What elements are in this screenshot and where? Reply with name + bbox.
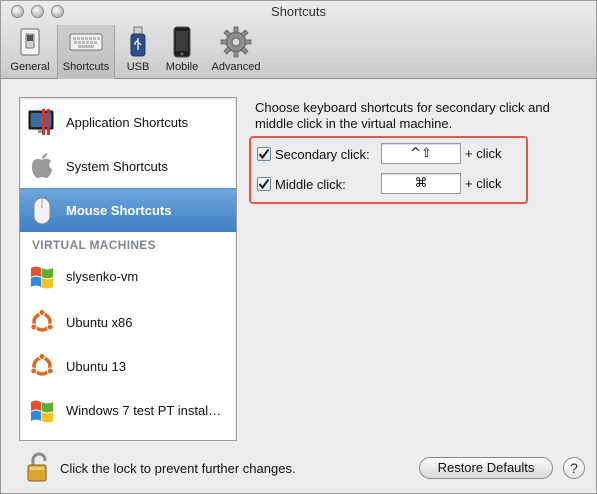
- toolbar-label: General: [10, 61, 50, 73]
- toolbar: General Shortcuts USB Mobile Advanced: [1, 25, 301, 79]
- checkmark-icon: [258, 178, 270, 190]
- sidebar-item-vm[interactable]: Windows 7 test PT instal…: [20, 388, 236, 432]
- secondary-click-suffix: + click: [465, 146, 502, 161]
- sidebar-item-label: Windows 7 test PT instal…: [66, 402, 222, 418]
- lock-icon[interactable]: [25, 451, 53, 483]
- middle-click-suffix: + click: [465, 176, 502, 191]
- middle-click-checkbox[interactable]: [257, 177, 271, 191]
- window-title: Shortcuts: [271, 4, 326, 19]
- toolbar-usb[interactable]: USB: [121, 25, 155, 79]
- toolbar-mobile[interactable]: Mobile: [161, 25, 203, 79]
- toolbar-label: Mobile: [165, 61, 199, 73]
- lock-message: Click the lock to prevent further change…: [60, 461, 296, 476]
- windows-icon: [28, 262, 56, 290]
- panel-description: Choose keyboard shortcuts for secondary …: [255, 100, 550, 131]
- sidebar-item-mouse-shortcuts[interactable]: Mouse Shortcuts: [20, 188, 236, 232]
- ubuntu-icon: [28, 308, 56, 336]
- restore-defaults-button[interactable]: Restore Defaults: [419, 457, 553, 479]
- toolbar-shortcuts[interactable]: Shortcuts: [57, 25, 115, 79]
- toolbar-label: Advanced: [211, 61, 261, 73]
- toolbar-label: Shortcuts: [62, 61, 110, 73]
- windows-icon: [28, 396, 56, 424]
- sidebar-item-application-shortcuts[interactable]: Application Shortcuts: [20, 100, 236, 144]
- sidebar-item-vm[interactable]: Ubuntu x86: [20, 300, 236, 344]
- middle-click-label: Middle click:: [275, 176, 346, 192]
- secondary-click-shortcut-field[interactable]: ^⇧: [381, 143, 461, 164]
- app-shortcuts-icon: [28, 108, 56, 136]
- toolbar-advanced[interactable]: Advanced: [207, 25, 265, 79]
- switch-icon: [12, 25, 48, 59]
- titlebar: Shortcuts General Shortcuts USB Mobile A…: [1, 1, 596, 79]
- ubuntu-icon: [28, 352, 56, 380]
- sidebar-item-label: Mouse Shortcuts: [66, 203, 172, 218]
- secondary-click-checkbox[interactable]: [257, 147, 271, 161]
- sidebar-item-label: slysenko-vm: [66, 268, 139, 284]
- middle-click-option: Middle click:: [257, 173, 346, 195]
- iphone-icon: [164, 25, 200, 59]
- keyboard-icon: [68, 25, 104, 59]
- shortcuts-sidebar: Application Shortcuts System Shortcuts M…: [19, 97, 237, 441]
- apple-icon: [28, 152, 56, 180]
- sidebar-item-label: System Shortcuts: [66, 158, 168, 174]
- gear-icon: [218, 25, 254, 59]
- sidebar-item-vm[interactable]: slysenko-vm: [20, 254, 236, 298]
- middle-click-shortcut-field[interactable]: ⌘: [381, 173, 461, 194]
- sidebar-item-system-shortcuts[interactable]: System Shortcuts: [20, 144, 236, 188]
- help-button[interactable]: ?: [563, 457, 585, 479]
- toolbar-general[interactable]: General: [7, 25, 53, 79]
- usb-icon: [120, 25, 156, 59]
- mouse-icon: [28, 197, 56, 225]
- secondary-click-option: Secondary click:: [257, 143, 370, 165]
- sidebar-item-vm[interactable]: Ubuntu 13: [20, 344, 236, 388]
- section-header-virtual-machines: VIRTUAL MACHINES: [32, 238, 156, 252]
- sidebar-item-label: Ubuntu 13: [66, 358, 126, 374]
- toolbar-label: USB: [126, 61, 150, 73]
- sidebar-item-label: Ubuntu x86: [66, 314, 133, 330]
- sidebar-item-label: Application Shortcuts: [66, 114, 189, 130]
- checkmark-icon: [258, 148, 270, 160]
- secondary-click-label: Secondary click:: [275, 146, 370, 162]
- preferences-window: Shortcuts General Shortcuts USB Mobile A…: [0, 0, 597, 494]
